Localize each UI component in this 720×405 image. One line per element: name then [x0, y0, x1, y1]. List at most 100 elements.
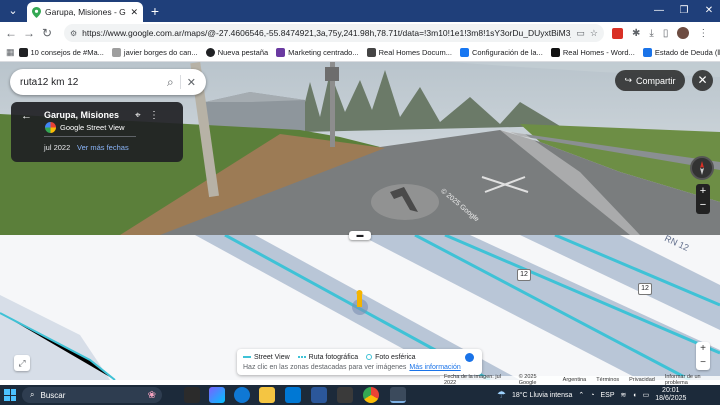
search-icon[interactable]: ⌕	[167, 75, 174, 90]
street-view-info-card: ← Garupa, Misiones Google Street View ⌖ …	[11, 102, 183, 162]
edge-icon[interactable]	[234, 387, 250, 403]
more-dates-link[interactable]: Ver más fechas	[77, 143, 129, 152]
maps-pin-icon	[32, 6, 41, 18]
compass-icon[interactable]	[690, 156, 714, 180]
tab-google-maps[interactable]: Garupa, Misiones - Google Maps ✕	[27, 2, 143, 22]
divider	[179, 75, 181, 89]
bookmark-item[interactable]: 10 consejos de #Ma...	[15, 44, 108, 62]
more-info-link[interactable]: Más información	[409, 364, 460, 371]
zoom-in-button[interactable]: +	[696, 342, 710, 356]
provider-label: Google Street View	[60, 123, 125, 132]
network-icon[interactable]: ◔	[590, 392, 594, 399]
weather-icon: ☂	[497, 389, 506, 401]
layer-toggle[interactable]	[465, 353, 474, 362]
bookmark-favicon-icon	[18, 48, 28, 57]
bookmark-favicon-icon	[205, 48, 215, 57]
word-icon[interactable]	[311, 387, 327, 403]
copilot-icon[interactable]	[209, 387, 225, 403]
bookmark-item[interactable]: javier borges do can...	[108, 44, 202, 62]
maps-app-icon[interactable]	[390, 387, 406, 403]
sv-zoom-control: + −	[696, 184, 710, 214]
battery-icon[interactable]: ▭	[643, 391, 650, 399]
taskbar-search[interactable]: ⌕ Buscar ❀	[22, 387, 162, 403]
site-info-icon[interactable]: ⚙	[70, 29, 77, 38]
flower-icon: ❀	[147, 389, 156, 401]
bookmark-favicon-icon	[366, 48, 376, 57]
bookmark-item[interactable]: Nueva pestaña	[202, 44, 272, 62]
clear-search-icon[interactable]: ✕	[187, 76, 196, 89]
weather-text[interactable]: 18°C Lluvia intensa	[512, 392, 572, 399]
more-options-icon[interactable]: ⋮	[149, 110, 159, 121]
zoom-out-button[interactable]: −	[696, 356, 710, 370]
tab-title: Garupa, Misiones - Google Maps	[45, 7, 126, 17]
bookmark-star-icon[interactable]: ☆	[590, 28, 598, 39]
tab-search-icon[interactable]: ⌄	[6, 4, 20, 18]
restore-button[interactable]: ❐	[673, 3, 695, 19]
menu-icon[interactable]: ⋮	[698, 28, 708, 39]
lang-indicator[interactable]: ESP	[600, 392, 614, 399]
close-window-button[interactable]: ✕	[698, 3, 720, 19]
start-icon[interactable]	[4, 389, 16, 401]
bookmark-item[interactable]: Real Homes - Word...	[547, 44, 639, 62]
bookmark-favicon-icon	[459, 48, 469, 57]
volume-icon[interactable]: ◖	[632, 392, 636, 399]
minimize-button[interactable]: —	[648, 3, 670, 19]
bookmark-favicon-icon	[550, 48, 560, 57]
bookmark-item[interactable]: Marketing centrado...	[272, 44, 362, 62]
google-logo-icon	[45, 122, 56, 133]
sv-zoom-out-button[interactable]: −	[696, 198, 710, 212]
search-icon: ⌕	[30, 390, 35, 399]
map-zoom-control: + −	[696, 342, 710, 370]
reload-icon[interactable]: ↻	[38, 24, 56, 42]
clock[interactable]: 20:01 18/6/2025	[655, 387, 686, 403]
share-icon: ↪	[624, 75, 633, 85]
cast-icon[interactable]: ▭	[576, 28, 585, 39]
close-tab-icon[interactable]: ✕	[130, 7, 138, 18]
back-arrow-icon[interactable]: ←	[21, 110, 32, 122]
extensions-icon[interactable]: ✱	[632, 28, 640, 39]
close-street-view-button[interactable]: ✕	[692, 70, 713, 91]
back-icon[interactable]: ←	[2, 24, 20, 42]
bookmark-favicon-icon	[111, 48, 121, 57]
task-view-icon[interactable]	[184, 387, 200, 403]
route-shield: 12	[638, 283, 652, 295]
search-box[interactable]: ruta12 km 12 ⌕ ✕	[10, 69, 206, 95]
bookmark-item[interactable]: Configuración de la...	[456, 44, 547, 62]
bookmark-item[interactable]: Estado de Deuda (ll...	[639, 44, 720, 62]
url-text[interactable]: https://www.google.com.ar/maps/@-27.4606…	[82, 28, 571, 38]
store-icon[interactable]	[337, 387, 353, 403]
coverage-legend: Street View Ruta fotográfica Foto esféri…	[237, 349, 482, 375]
expand-map-icon[interactable]: ⤢	[14, 355, 30, 371]
divider	[44, 136, 136, 137]
photo-route-line-icon	[297, 356, 306, 358]
bookmark-favicon-icon	[276, 48, 286, 57]
capture-date: jul 2022	[44, 143, 71, 152]
sv-zoom-in-button[interactable]: +	[696, 184, 710, 198]
bookmarks-bar: ▦ 10 consejos de #Ma... javier borges do…	[0, 44, 720, 62]
apps-grid-icon[interactable]: ▦	[6, 47, 15, 58]
place-name: Garupa, Misiones	[44, 110, 120, 120]
share-button[interactable]: ↪ Compartir	[615, 70, 685, 91]
profile-avatar[interactable]	[677, 27, 690, 39]
wifi-icon[interactable]: ≋	[621, 391, 627, 399]
bookmark-item[interactable]: Real Homes Docum...	[363, 44, 456, 62]
forward-icon[interactable]: →	[20, 24, 38, 42]
system-tray: ☂ 18°C Lluvia intensa ⌃ ◔ ESP ≋ ◖ ▭ 20:0…	[497, 385, 720, 405]
split-icon[interactable]: ▯	[663, 28, 669, 39]
location-pin-icon[interactable]: ⌖	[135, 110, 141, 121]
sphere-icon	[366, 354, 373, 360]
new-tab-button[interactable]: +	[148, 4, 162, 18]
bookmark-favicon-icon	[642, 48, 652, 57]
outlook-icon[interactable]	[285, 387, 301, 403]
downloads-icon[interactable]: ⤓	[649, 28, 653, 39]
address-bar[interactable]: ⚙ https://www.google.com.ar/maps/@-27.46…	[64, 24, 604, 42]
street-view-line-icon	[243, 356, 251, 358]
tray-expand-icon[interactable]: ⌃	[578, 391, 584, 399]
pdf-extension-icon[interactable]	[612, 27, 623, 39]
chrome-icon[interactable]	[363, 387, 379, 403]
route-shield: 12	[517, 269, 531, 281]
search-input[interactable]: ruta12 km 12	[20, 77, 161, 88]
file-explorer-icon[interactable]	[259, 387, 275, 403]
resize-handle[interactable]: ▬	[349, 231, 371, 240]
map-footer: Fecha de la imagen: jul 2022 © 2025 Goog…	[440, 374, 720, 386]
